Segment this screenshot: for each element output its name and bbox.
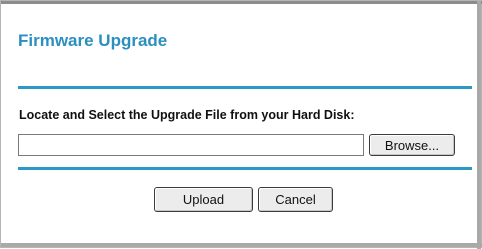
right-shadow — [477, 1, 481, 249]
upgrade-file-path-input[interactable] — [18, 134, 364, 156]
bottom-shadow — [1, 243, 482, 247]
divider-bottom — [18, 167, 472, 170]
divider-top — [18, 86, 472, 89]
page-title: Firmware Upgrade — [18, 31, 168, 50]
firmware-upgrade-panel: Firmware Upgrade Locate and Select the U… — [0, 0, 482, 249]
cancel-button[interactable]: Cancel — [258, 187, 333, 212]
browse-button[interactable]: Browse... — [369, 134, 455, 156]
top-shadow — [1, 1, 482, 4]
upload-button[interactable]: Upload — [154, 187, 253, 212]
locate-file-label: Locate and Select the Upgrade File from … — [19, 108, 355, 122]
